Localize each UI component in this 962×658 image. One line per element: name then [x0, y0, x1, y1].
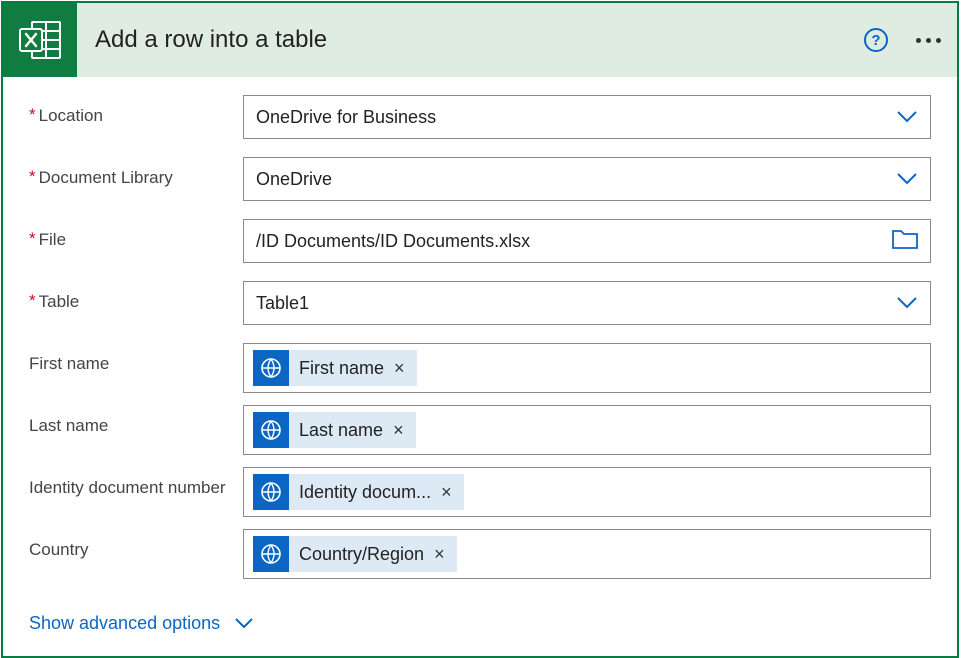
label-file: *File — [29, 219, 243, 250]
dynamic-content-icon — [253, 412, 289, 448]
field-row-library: *Document Library OneDrive — [29, 157, 931, 201]
label-country: Country — [29, 529, 243, 560]
firstname-input[interactable]: First name × — [243, 343, 931, 393]
country-input[interactable]: Country/Region × — [243, 529, 931, 579]
excel-icon — [18, 20, 62, 60]
close-icon[interactable]: × — [392, 358, 407, 379]
folder-icon — [892, 230, 918, 252]
field-row-lastname: Last name Last name × — [29, 405, 931, 455]
field-row-country: Country Country/Region × — [29, 529, 931, 579]
chevron-down-icon — [896, 292, 918, 314]
file-picker[interactable]: /ID Documents/ID Documents.xlsx — [243, 219, 931, 263]
close-icon[interactable]: × — [432, 544, 447, 565]
library-select[interactable]: OneDrive — [243, 157, 931, 201]
token-label: Last name — [299, 420, 383, 441]
action-card: Add a row into a table ? *Location OneDr… — [1, 1, 959, 658]
token-label: First name — [299, 358, 384, 379]
card-title: Add a row into a table — [95, 26, 327, 54]
token-label: Country/Region — [299, 544, 424, 565]
dynamic-content-icon — [253, 536, 289, 572]
library-value: OneDrive — [256, 169, 896, 190]
close-icon[interactable]: × — [439, 482, 454, 503]
token-country[interactable]: Country/Region × — [253, 536, 457, 572]
dynamic-content-icon — [253, 350, 289, 386]
idnumber-input[interactable]: Identity docum... × — [243, 467, 931, 517]
label-firstname: First name — [29, 343, 243, 374]
field-row-firstname: First name First name × — [29, 343, 931, 393]
dynamic-content-icon — [253, 474, 289, 510]
card-header: Add a row into a table ? — [3, 3, 957, 77]
label-idnumber: Identity document number — [29, 467, 243, 498]
field-row-idnumber: Identity document number Identity docum.… — [29, 467, 931, 517]
field-row-file: *File /ID Documents/ID Documents.xlsx — [29, 219, 931, 263]
label-table: *Table — [29, 281, 243, 312]
header-actions: ? — [864, 28, 941, 52]
chevron-down-icon — [896, 106, 918, 128]
location-value: OneDrive for Business — [256, 107, 896, 128]
show-advanced-options[interactable]: Show advanced options — [29, 613, 254, 634]
excel-app-icon — [3, 3, 77, 77]
chevron-down-icon — [234, 613, 254, 634]
field-row-table: *Table Table1 — [29, 281, 931, 325]
chevron-down-icon — [896, 168, 918, 190]
token-firstname[interactable]: First name × — [253, 350, 417, 386]
file-value: /ID Documents/ID Documents.xlsx — [256, 231, 892, 252]
card-body: *Location OneDrive for Business *Documen… — [3, 77, 957, 656]
close-icon[interactable]: × — [391, 420, 406, 441]
label-library: *Document Library — [29, 157, 243, 188]
table-value: Table1 — [256, 293, 896, 314]
token-label: Identity docum... — [299, 482, 431, 503]
location-select[interactable]: OneDrive for Business — [243, 95, 931, 139]
token-lastname[interactable]: Last name × — [253, 412, 416, 448]
table-select[interactable]: Table1 — [243, 281, 931, 325]
help-icon[interactable]: ? — [864, 28, 888, 52]
label-lastname: Last name — [29, 405, 243, 436]
token-idnumber[interactable]: Identity docum... × — [253, 474, 464, 510]
field-row-location: *Location OneDrive for Business — [29, 95, 931, 139]
more-menu-icon[interactable] — [916, 38, 941, 43]
label-location: *Location — [29, 95, 243, 126]
lastname-input[interactable]: Last name × — [243, 405, 931, 455]
